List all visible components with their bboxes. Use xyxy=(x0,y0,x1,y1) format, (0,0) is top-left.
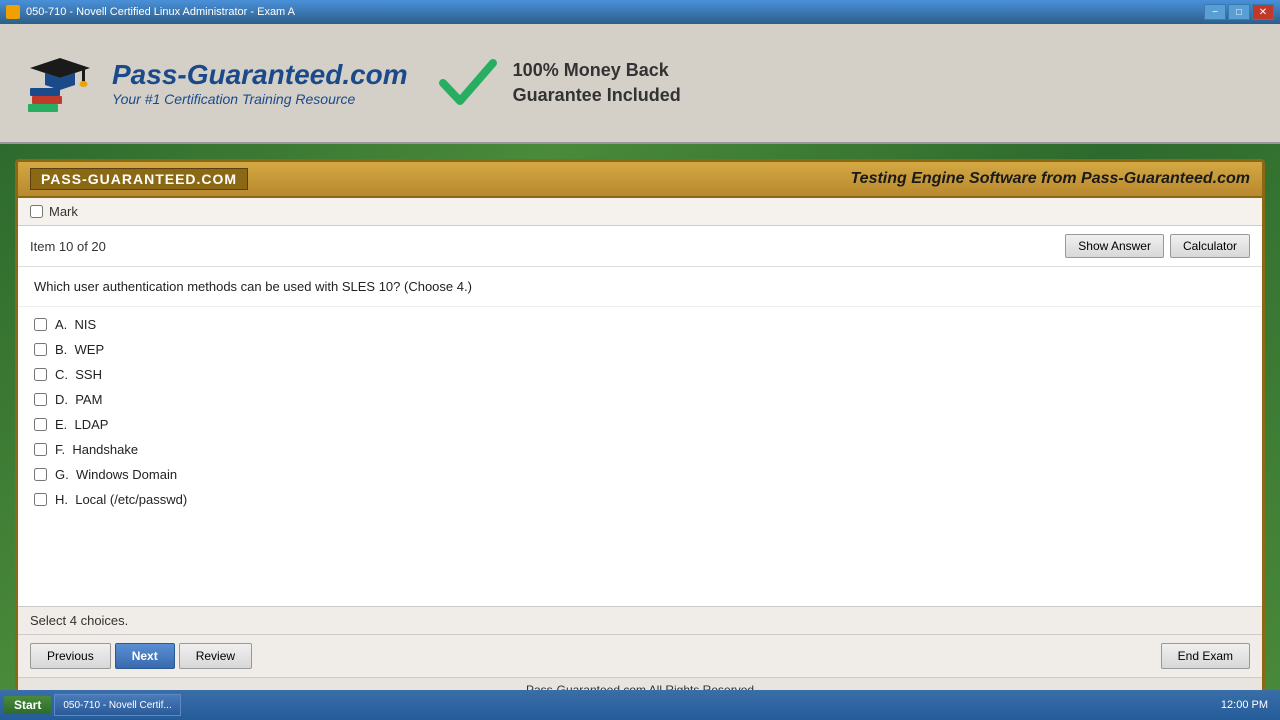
choice-label-a: A. NIS xyxy=(55,317,96,332)
taskbar-clock: 12:00 PM xyxy=(1213,699,1276,711)
question-buttons: Show Answer Calculator xyxy=(1065,234,1250,258)
choice-label-g: G. Windows Domain xyxy=(55,467,177,482)
choice-checkbox-d[interactable] xyxy=(34,393,47,406)
end-exam-button[interactable]: End Exam xyxy=(1161,643,1250,669)
logo-text: Pass-Guaranteed.com Your #1 Certificatio… xyxy=(112,59,408,107)
close-button[interactable]: ✕ xyxy=(1252,4,1274,20)
brand-name: Pass-Guaranteed.com xyxy=(112,59,408,91)
choice-checkbox-e[interactable] xyxy=(34,418,47,431)
question-area: Item 10 of 20 Show Answer Calculator Whi… xyxy=(18,226,1262,606)
choice-label-f: F. Handshake xyxy=(55,442,138,457)
checkmark-icon xyxy=(438,53,498,113)
calculator-button[interactable]: Calculator xyxy=(1170,234,1250,258)
choice-label-d: D. PAM xyxy=(55,392,102,407)
exam-panel: PASS-GUARANTEED.COM Testing Engine Softw… xyxy=(15,159,1265,705)
taskbar-item-exam[interactable]: 050-710 - Novell Certif... xyxy=(54,694,180,716)
previous-button[interactable]: Previous xyxy=(30,643,111,669)
window-controls: − □ ✕ xyxy=(1204,4,1274,20)
item-counter: Item 10 of 20 xyxy=(30,239,106,254)
checkmark-area: 100% Money Back Guarantee Included xyxy=(438,53,681,113)
panel-footer: Select 4 choices. Previous Next Review E… xyxy=(18,606,1262,702)
footer-buttons: Previous Next Review End Exam xyxy=(18,635,1262,677)
choice-label-h: H. Local (/etc/passwd) xyxy=(55,492,187,507)
choice-item-h: H. Local (/etc/passwd) xyxy=(34,492,1246,507)
logo-area: Pass-Guaranteed.com Your #1 Certificatio… xyxy=(20,43,408,123)
guarantee-text: 100% Money Back Guarantee Included xyxy=(513,58,681,108)
mark-area: Mark xyxy=(18,198,1262,226)
choice-checkbox-c[interactable] xyxy=(34,368,47,381)
maximize-button[interactable]: □ xyxy=(1228,4,1250,20)
choice-item-e: E. LDAP xyxy=(34,417,1246,432)
choice-item-b: B. WEP xyxy=(34,342,1246,357)
select-info: Select 4 choices. xyxy=(18,607,1262,635)
choice-label-c: C. SSH xyxy=(55,367,102,382)
taskbar: Start 050-710 - Novell Certif... 12:00 P… xyxy=(0,690,1280,720)
panel-logo: PASS-GUARANTEED.COM xyxy=(30,168,248,190)
title-bar: 050-710 - Novell Certified Linux Adminis… xyxy=(0,0,1280,24)
mark-label: Mark xyxy=(49,204,78,219)
choice-checkbox-a[interactable] xyxy=(34,318,47,331)
next-button[interactable]: Next xyxy=(115,643,175,669)
logo-icon xyxy=(20,43,100,123)
main-container: PASS-GUARANTEED.COM Testing Engine Softw… xyxy=(0,144,1280,720)
choice-item-g: G. Windows Domain xyxy=(34,467,1246,482)
choice-checkbox-b[interactable] xyxy=(34,343,47,356)
choice-label-e: E. LDAP xyxy=(55,417,108,432)
choice-item-d: D. PAM xyxy=(34,392,1246,407)
choice-item-c: C. SSH xyxy=(34,367,1246,382)
app-icon xyxy=(6,5,20,19)
question-text: Which user authentication methods can be… xyxy=(18,267,1262,307)
header: Pass-Guaranteed.com Your #1 Certificatio… xyxy=(0,24,1280,144)
review-button[interactable]: Review xyxy=(179,643,252,669)
minimize-button[interactable]: − xyxy=(1204,4,1226,20)
choice-label-b: B. WEP xyxy=(55,342,104,357)
panel-header: PASS-GUARANTEED.COM Testing Engine Softw… xyxy=(18,162,1262,198)
show-answer-button[interactable]: Show Answer xyxy=(1065,234,1164,258)
choice-checkbox-f[interactable] xyxy=(34,443,47,456)
question-header: Item 10 of 20 Show Answer Calculator xyxy=(18,226,1262,267)
choice-item-a: A. NIS xyxy=(34,317,1246,332)
answer-choices: A. NIS B. WEP C. SSH D. PAM E. LDAP xyxy=(18,307,1262,606)
panel-title: Testing Engine Software from Pass-Guaran… xyxy=(851,170,1251,188)
choice-checkbox-h[interactable] xyxy=(34,493,47,506)
brand-tagline: Your #1 Certification Training Resource xyxy=(112,91,408,107)
start-button[interactable]: Start xyxy=(4,696,51,714)
mark-checkbox[interactable] xyxy=(30,205,43,218)
window-title: 050-710 - Novell Certified Linux Adminis… xyxy=(26,6,295,18)
choice-checkbox-g[interactable] xyxy=(34,468,47,481)
choice-item-f: F. Handshake xyxy=(34,442,1246,457)
